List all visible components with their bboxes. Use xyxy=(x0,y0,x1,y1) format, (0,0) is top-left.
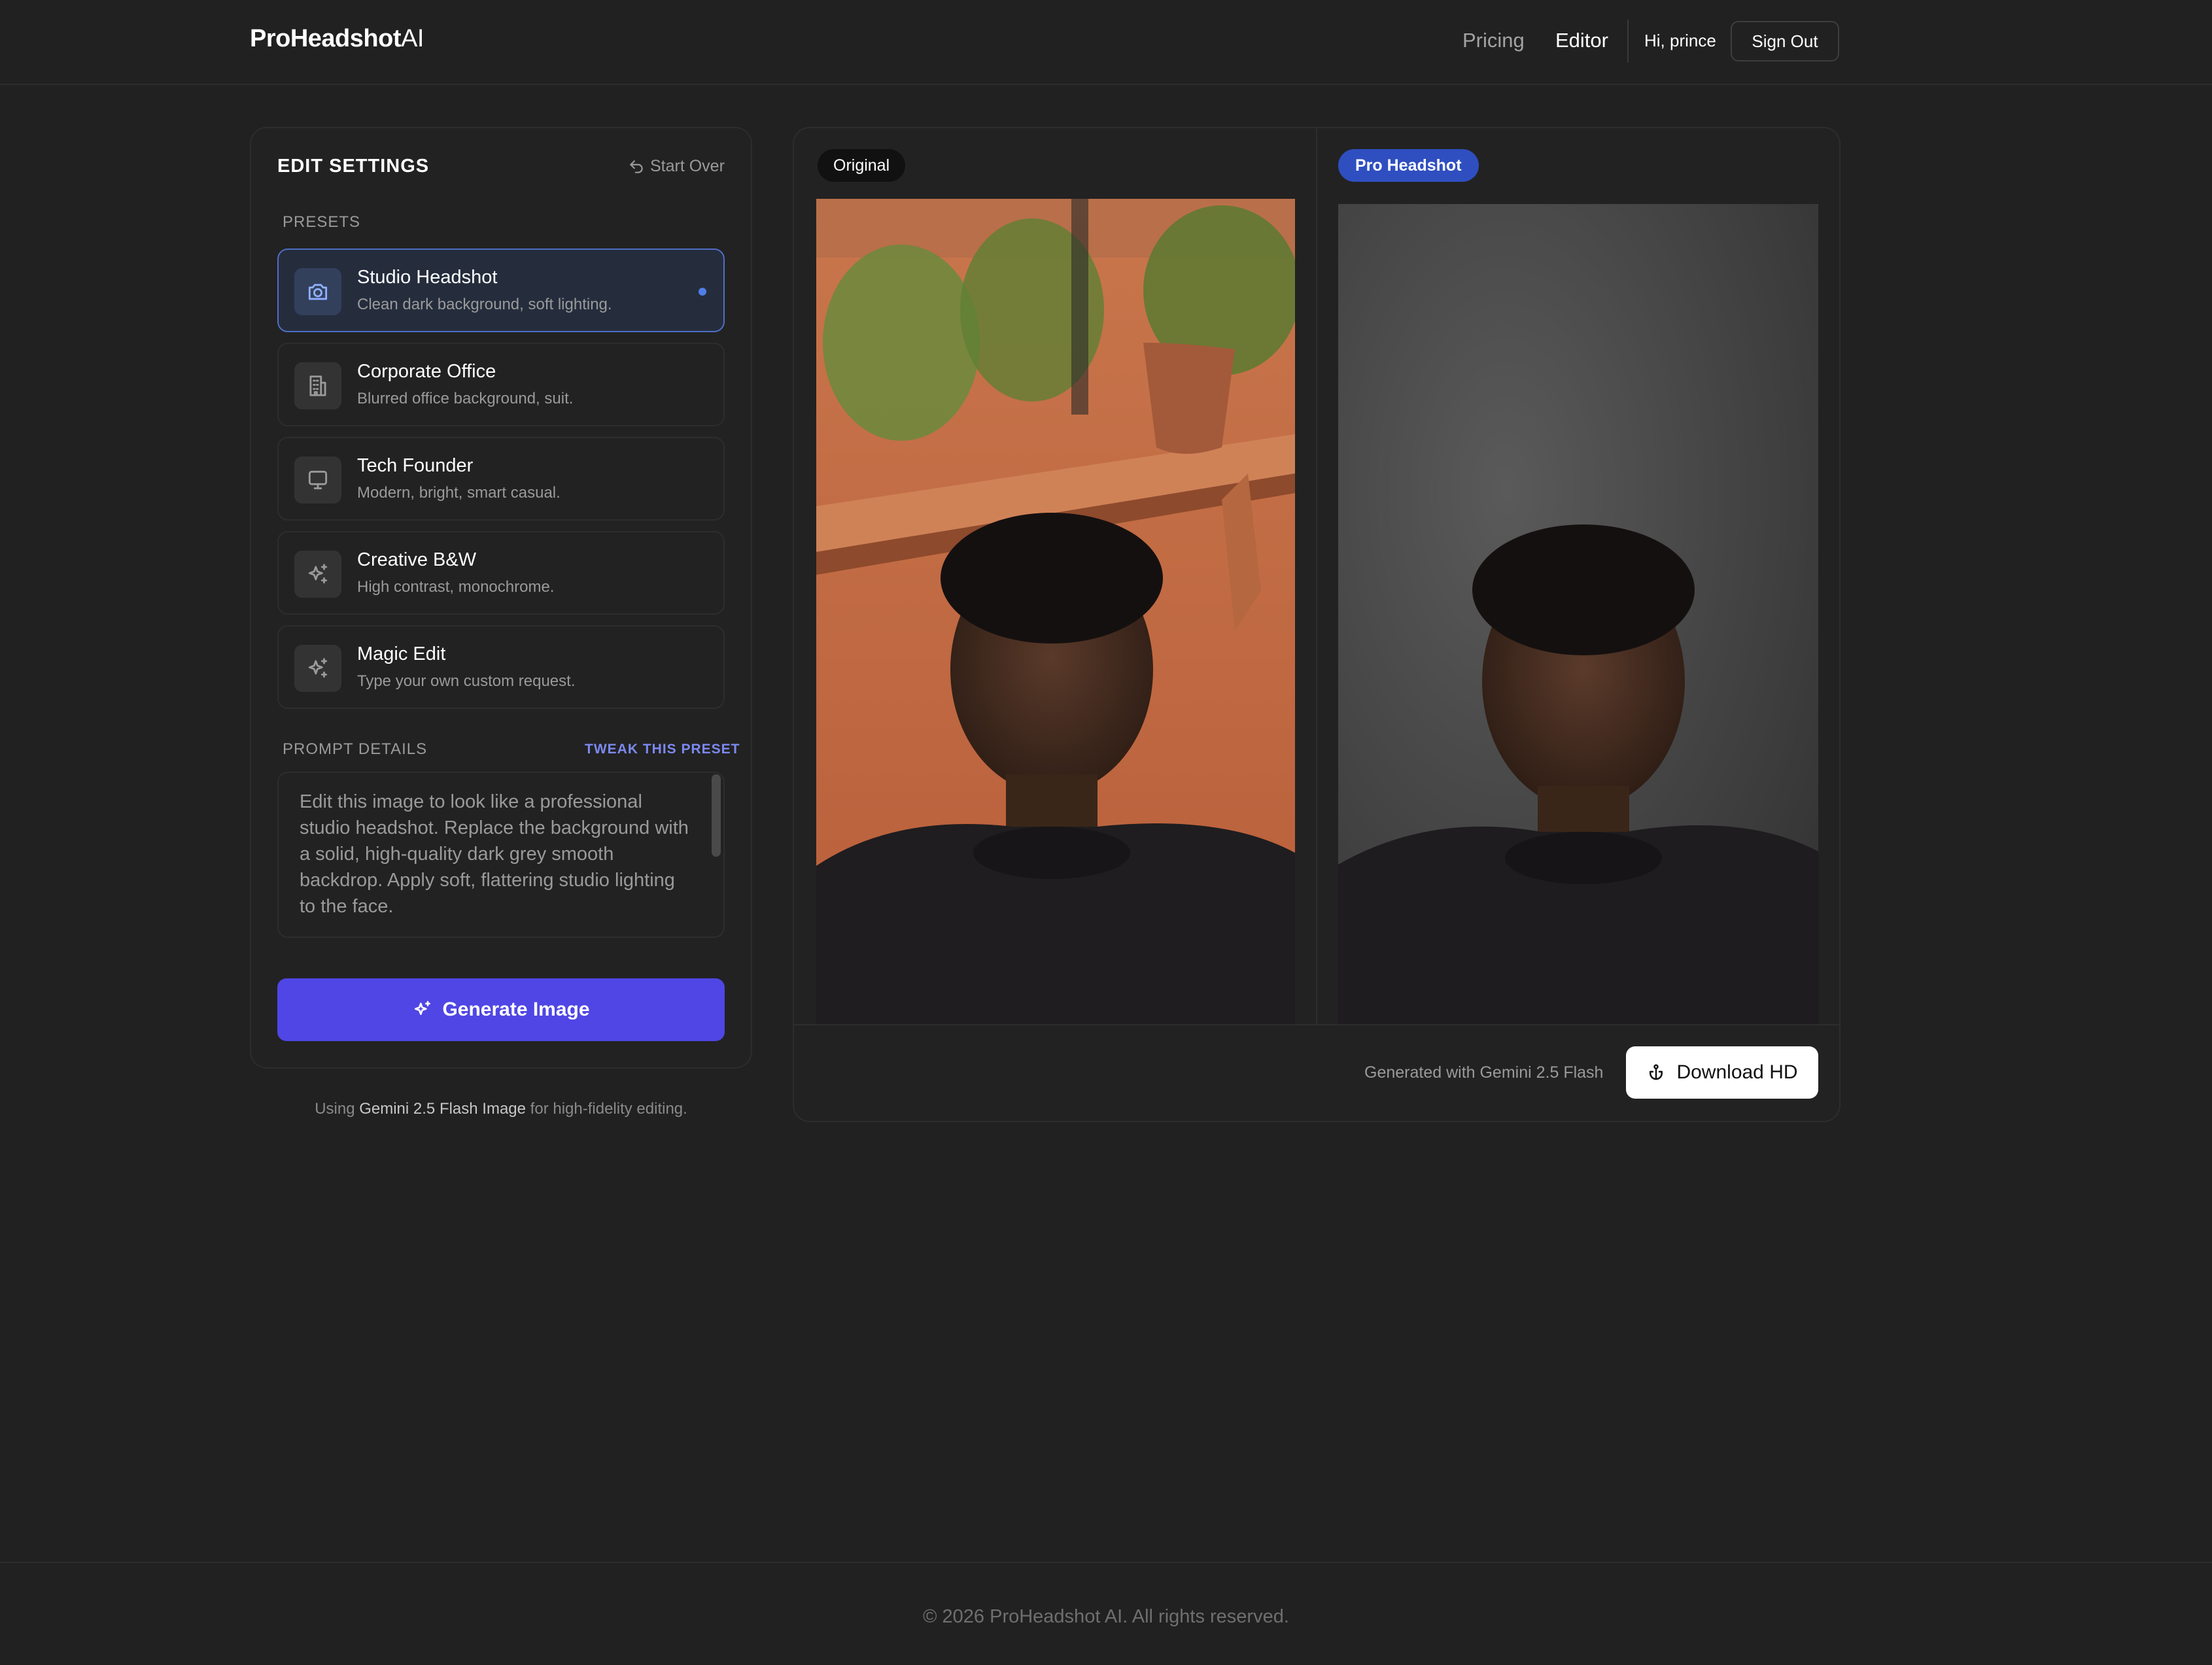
start-over-button[interactable]: Start Over xyxy=(628,157,725,176)
undo-icon xyxy=(630,160,643,173)
generate-image-button[interactable]: Generate Image xyxy=(277,978,725,1041)
download-icon xyxy=(1650,1064,1663,1080)
sparkles-icon xyxy=(308,658,328,678)
sign-out-button[interactable]: Sign Out xyxy=(1731,21,1839,61)
preset-icon-box xyxy=(294,551,341,598)
generated-with-note: Generated with Gemini 2.5 Flash xyxy=(1364,1063,1604,1082)
preset-title: Tech Founder xyxy=(357,455,474,476)
preset-desc: Modern, bright, smart casual. xyxy=(357,484,561,502)
panel-title: EDIT SETTINGS xyxy=(277,156,430,177)
footer-divider xyxy=(0,1562,2212,1563)
nav-divider xyxy=(1627,20,1629,63)
preset-icon-box xyxy=(294,268,341,315)
prompt-details-label: PROMPT DETAILS xyxy=(283,740,428,758)
logo[interactable]: ProHeadshotAI xyxy=(250,25,424,53)
sparkles-icon xyxy=(308,564,328,584)
sparkles-icon xyxy=(415,1001,431,1015)
presets-label: PRESETS xyxy=(283,213,361,231)
preset-desc: Type your own custom request. xyxy=(357,672,576,690)
preset-tech-founder[interactable]: Tech Founder Modern, bright, smart casua… xyxy=(277,437,725,521)
prompt-text: Edit this image to look like a professio… xyxy=(300,791,689,917)
original-badge: Original xyxy=(818,149,906,182)
preset-icon-box xyxy=(294,456,341,504)
building-icon xyxy=(309,375,326,396)
preset-studio-headshot[interactable]: Studio Headshot Clean dark background, s… xyxy=(277,249,725,332)
preview-footer-divider xyxy=(794,1024,1839,1025)
preset-desc: Clean dark background, soft lighting. xyxy=(357,296,612,313)
nav-pricing[interactable]: Pricing xyxy=(1462,29,1525,52)
start-over-label: Start Over xyxy=(650,157,725,175)
preset-title: Creative B&W xyxy=(357,549,477,570)
preset-title: Magic Edit xyxy=(357,644,446,664)
monitor-icon xyxy=(308,470,328,490)
preset-title: Corporate Office xyxy=(357,361,496,382)
preset-creative-bw[interactable]: Creative B&W High contrast, monochrome. xyxy=(277,531,725,615)
tweak-preset-link[interactable]: TWEAK THIS PRESET xyxy=(585,742,740,757)
camera-icon xyxy=(308,284,328,300)
prompt-scrollbar[interactable] xyxy=(712,774,721,857)
preset-corporate-office[interactable]: Corporate Office Blurred office backgrou… xyxy=(277,343,725,426)
preview-divider xyxy=(1316,128,1317,1024)
generate-label: Generate Image xyxy=(442,999,590,1020)
footer-copyright: © 2026 ProHeadshot AI. All rights reserv… xyxy=(923,1606,1289,1627)
user-greeting: Hi, prince xyxy=(1644,31,1716,50)
preset-magic-edit[interactable]: Magic Edit Type your own custom request. xyxy=(277,625,725,709)
preset-icon-box xyxy=(294,645,341,692)
pro-headshot-badge: Pro Headshot xyxy=(1338,149,1479,182)
pro-headshot-photo xyxy=(1338,204,1818,1024)
download-hd-button[interactable]: Download HD xyxy=(1626,1046,1818,1099)
preset-desc: Blurred office background, suit. xyxy=(357,390,574,407)
nav-editor[interactable]: Editor xyxy=(1555,29,1608,52)
active-indicator xyxy=(699,288,706,296)
original-photo xyxy=(816,199,1295,1024)
preset-title: Studio Headshot xyxy=(357,267,498,288)
preset-desc: High contrast, monochrome. xyxy=(357,578,555,596)
model-note: Using Gemini 2.5 Flash Image for high-fi… xyxy=(315,1100,687,1118)
preset-icon-box xyxy=(294,362,341,409)
download-label: Download HD xyxy=(1676,1061,1798,1083)
